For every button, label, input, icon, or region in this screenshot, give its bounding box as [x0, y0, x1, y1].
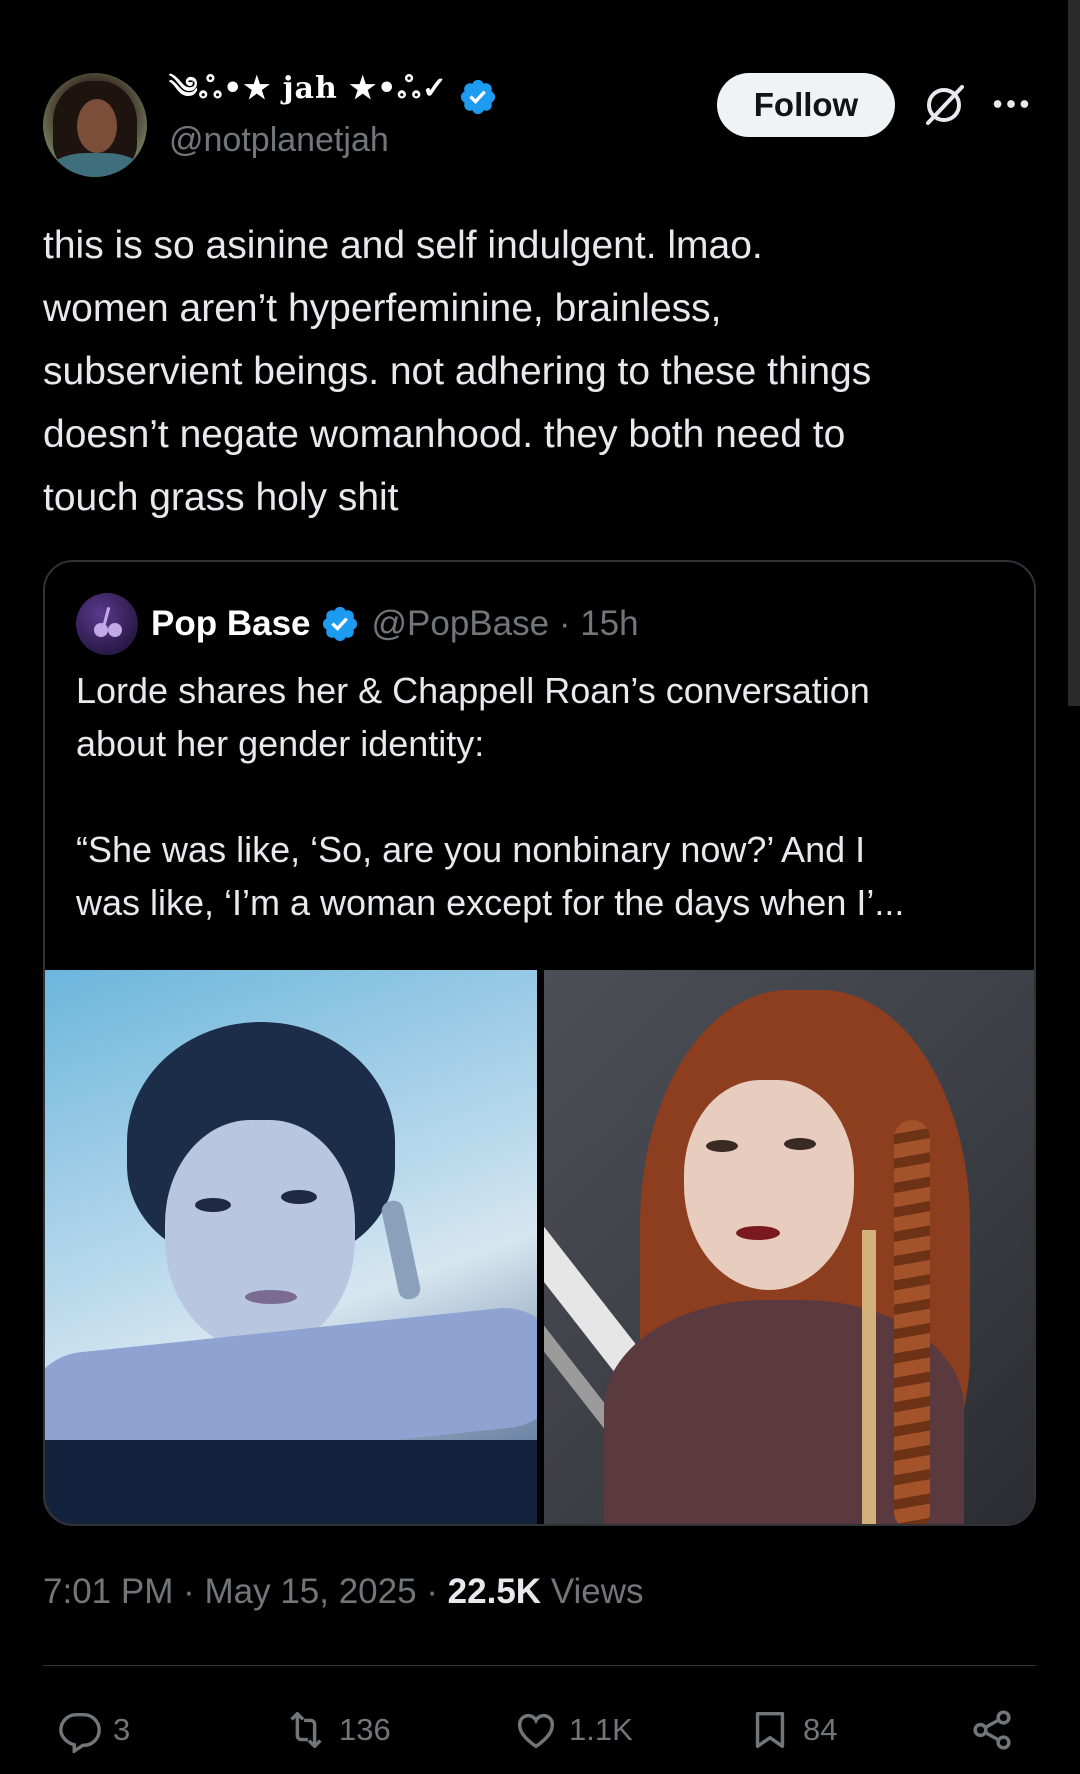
scrollbar[interactable] — [1068, 0, 1080, 706]
chappell-roan-photo[interactable] — [544, 970, 1034, 1524]
reply-button[interactable]: 3 — [57, 1706, 130, 1754]
popbase-avatar[interactable] — [76, 593, 138, 655]
views-label: Views — [550, 1572, 644, 1611]
reply-count: 3 — [113, 1712, 131, 1747]
quoted-tweet-time: 15h — [580, 604, 639, 643]
author-names: ༄ஃ•★ jah ★•ஃ✓ @notplanetjah — [169, 71, 498, 160]
quoted-author-handle: @PopBase · 15h — [371, 604, 639, 643]
like-button[interactable]: 1.1K — [513, 1706, 633, 1754]
quoted-author-name[interactable]: Pop Base — [151, 604, 311, 644]
share-button[interactable] — [969, 1706, 1015, 1754]
repost-count: 136 — [339, 1712, 391, 1747]
tweet-time[interactable]: 7:01 PM — [43, 1572, 173, 1611]
bookmark-count: 84 — [803, 1712, 838, 1747]
more-icon[interactable] — [988, 81, 1034, 127]
verified-badge-icon — [460, 79, 496, 115]
share-icon — [973, 1710, 1011, 1750]
lorde-photo[interactable] — [45, 970, 537, 1524]
views-count: 22.5K — [447, 1572, 542, 1611]
heart-icon — [517, 1713, 555, 1749]
bookmark-icon — [755, 1711, 785, 1749]
tweet-date[interactable]: May 15, 2025 — [204, 1572, 416, 1611]
bookmark-button[interactable]: 84 — [747, 1706, 837, 1754]
quoted-tweet-text: Lorde shares her & Chappell Roan’s conve… — [76, 670, 905, 923]
like-count: 1.1K — [569, 1712, 633, 1747]
divider — [43, 1665, 1036, 1666]
tweet-detail-page: ༄ஃ•★ jah ★•ஃ✓ @notplanetjah Follow this … — [0, 0, 1080, 1774]
display-name-row: ༄ஃ•★ jah ★•ஃ✓ — [169, 71, 498, 119]
quoted-tweet-card[interactable]: Pop Base @PopBase · 15h Lorde shares her… — [43, 560, 1036, 1526]
action-bar: 3 136 1.1K 84 — [43, 1706, 1036, 1756]
repost-icon — [290, 1711, 322, 1749]
author-avatar[interactable] — [43, 73, 147, 177]
reply-icon — [59, 1712, 101, 1753]
quoted-tweet-media — [45, 970, 1034, 1524]
author-handle[interactable]: @notplanetjah — [169, 121, 498, 160]
tweet-header: ༄ஃ•★ jah ★•ஃ✓ @notplanetjah Follow — [43, 71, 1033, 181]
grok-icon[interactable] — [920, 81, 968, 129]
quoted-tweet-header: Pop Base @PopBase · 15h — [76, 592, 639, 656]
follow-button[interactable]: Follow — [717, 73, 895, 137]
tweet-meta: 7:01 PM · May 15, 2025 · 22.5K Views — [43, 1572, 644, 1611]
verified-badge-icon — [322, 606, 357, 642]
tweet-text: this is so asinine and self indulgent. l… — [43, 224, 872, 519]
repost-button[interactable]: 136 — [283, 1706, 391, 1754]
